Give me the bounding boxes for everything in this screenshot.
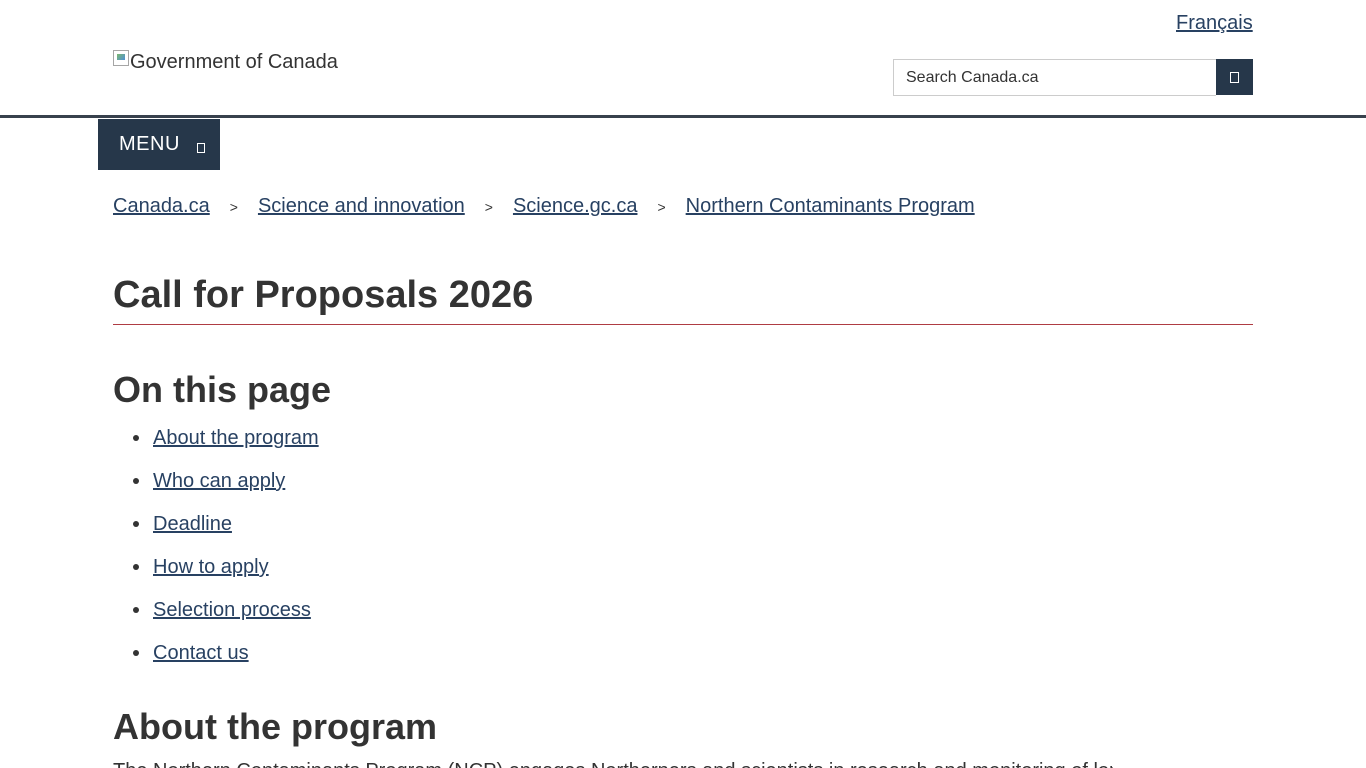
bullet-icon <box>133 521 139 527</box>
site-header: Français Government of Canada <box>0 0 1366 118</box>
toc-heading: On this page <box>113 369 332 410</box>
list-item: Contact us <box>113 641 319 684</box>
search-form <box>893 59 1253 96</box>
bullet-icon <box>133 650 139 656</box>
government-logo[interactable]: Government of Canada <box>113 49 338 75</box>
toc-link-about[interactable]: About the program <box>153 427 319 449</box>
breadcrumb-link-science-gc[interactable]: Science.gc.ca <box>513 195 638 218</box>
toc-link-selection-process[interactable]: Selection process <box>153 599 311 621</box>
search-icon <box>1230 71 1240 83</box>
page-title: Call for Proposals 2026 <box>113 274 1253 325</box>
chevron-down-icon <box>196 142 205 153</box>
toc-link-who-can-apply[interactable]: Who can apply <box>153 470 285 492</box>
toc-link-deadline[interactable]: Deadline <box>153 513 232 535</box>
bullet-icon <box>133 564 139 570</box>
bullet-icon <box>133 478 139 484</box>
list-item: About the program <box>113 426 319 469</box>
breadcrumb-separator: > <box>229 198 238 215</box>
section-intro-text: The Northern Contaminants Program (NCP) … <box>113 760 1113 768</box>
menu-label: MENU <box>119 133 180 155</box>
list-item: Deadline <box>113 512 319 555</box>
breadcrumb: Canada.ca > Science and innovation > Sci… <box>113 195 975 218</box>
breadcrumb-separator: > <box>657 198 666 215</box>
language-toggle-link[interactable]: Français <box>1176 12 1253 35</box>
bullet-icon <box>133 607 139 613</box>
breadcrumb-link-ncp[interactable]: Northern Contaminants Program <box>686 195 975 218</box>
list-item: Selection process <box>113 598 319 641</box>
broken-image-icon <box>113 50 129 66</box>
toc-list: About the program Who can apply Deadline… <box>113 426 319 684</box>
breadcrumb-separator: > <box>484 198 493 215</box>
logo-alt-text: Government of Canada <box>130 51 338 73</box>
breadcrumb-link-canada[interactable]: Canada.ca <box>113 195 210 218</box>
toc-link-contact-us[interactable]: Contact us <box>153 642 249 664</box>
section-heading-about: About the program <box>113 706 437 747</box>
search-button[interactable] <box>1216 59 1253 95</box>
toc-link-how-to-apply[interactable]: How to apply <box>153 556 269 578</box>
search-input[interactable] <box>893 59 1217 96</box>
list-item: Who can apply <box>113 469 319 512</box>
bullet-icon <box>133 435 139 441</box>
menu-button[interactable]: MENU <box>98 119 220 170</box>
list-item: How to apply <box>113 555 319 598</box>
breadcrumb-link-science-innovation[interactable]: Science and innovation <box>258 195 465 218</box>
